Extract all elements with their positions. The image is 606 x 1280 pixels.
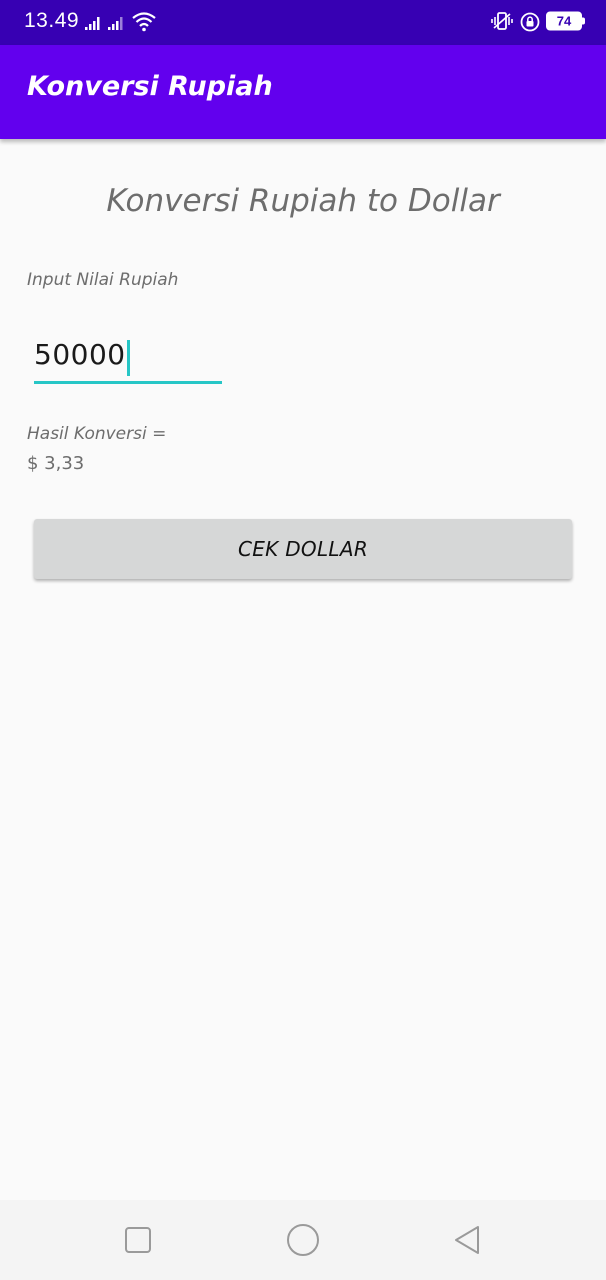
result-value: $ 3,33 bbox=[27, 453, 85, 474]
app-bar: Konversi Rupiah bbox=[0, 45, 606, 139]
screen: 13.49 74 Konversi Rupiah Konversi Rupiah… bbox=[0, 0, 606, 1280]
input-underline bbox=[34, 381, 222, 384]
rupiah-input-field[interactable]: 50000 bbox=[34, 334, 222, 384]
signal-icon bbox=[84, 12, 104, 36]
text-cursor bbox=[126, 339, 130, 376]
app-title: Konversi Rupiah bbox=[27, 71, 273, 102]
result-label: Hasil Konversi = bbox=[27, 424, 167, 444]
vibrate-icon bbox=[490, 11, 514, 35]
cek-dollar-button[interactable]: CEK DOLLAR bbox=[34, 519, 572, 579]
status-time: 13.49 bbox=[24, 9, 80, 32]
recents-square-icon[interactable] bbox=[124, 1226, 152, 1258]
page-heading: Konversi Rupiah to Dollar bbox=[106, 183, 500, 219]
input-label: Input Nilai Rupiah bbox=[27, 270, 179, 290]
rupiah-input[interactable]: 50000 bbox=[34, 334, 126, 376]
back-triangle-icon[interactable] bbox=[452, 1224, 482, 1260]
home-circle-icon[interactable] bbox=[286, 1223, 320, 1261]
navigation-bar bbox=[0, 1200, 606, 1280]
wifi-icon bbox=[131, 10, 157, 36]
battery-icon: 74 bbox=[546, 11, 585, 31]
lock-rotation-icon bbox=[519, 11, 541, 37]
signal-icon bbox=[107, 12, 127, 36]
status-bar: 13.49 74 bbox=[0, 0, 606, 45]
